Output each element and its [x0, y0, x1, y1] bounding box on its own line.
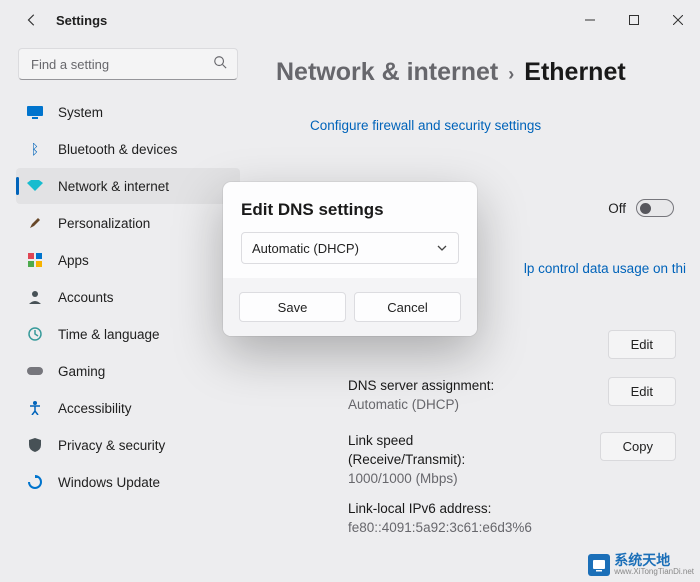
chevron-down-icon [436, 242, 448, 254]
cancel-button[interactable]: Cancel [354, 292, 461, 322]
edit-dns-dialog: Edit DNS settings Automatic (DHCP) Save … [223, 182, 477, 336]
dns-mode-dropdown[interactable]: Automatic (DHCP) [241, 232, 459, 264]
save-button[interactable]: Save [239, 292, 346, 322]
dropdown-value: Automatic (DHCP) [252, 241, 359, 256]
modal-overlay: Edit DNS settings Automatic (DHCP) Save … [0, 0, 700, 582]
dialog-title: Edit DNS settings [241, 200, 459, 220]
